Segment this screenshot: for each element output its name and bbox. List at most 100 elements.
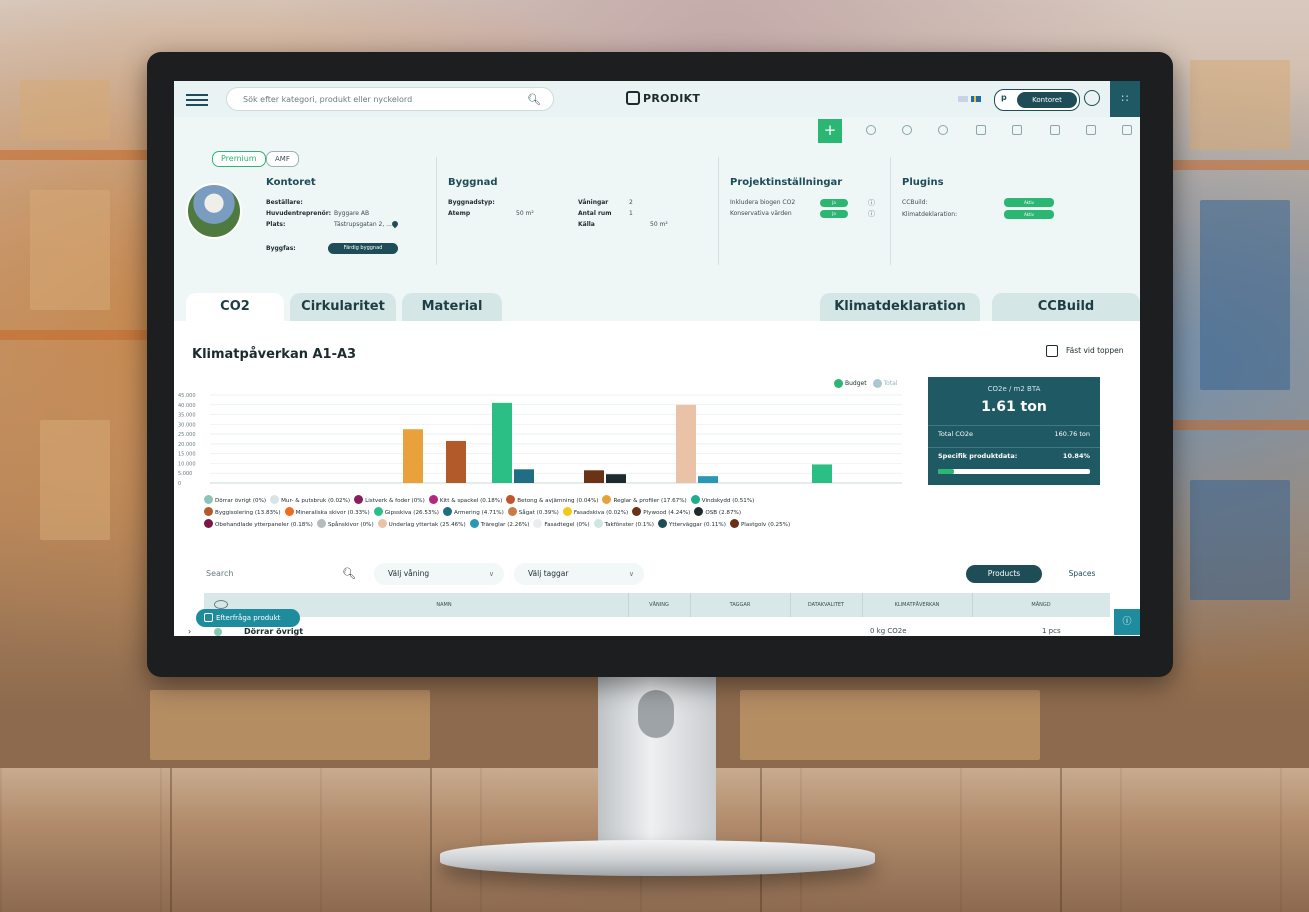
conservative-values-toggle[interactable]: Ja (820, 210, 848, 218)
floor-select[interactable]: Välj våning ∨ (374, 563, 504, 585)
global-search-input[interactable]: Sök efter kategori, produkt eller nyckel… (226, 87, 554, 111)
legend-item[interactable]: Reglar & profiler (17.67%) (602, 495, 687, 507)
legend-item[interactable]: Underlag yttertak (25.46%) (377, 519, 466, 531)
legend-item[interactable]: Dörrar övrigt (0%) (204, 495, 266, 507)
request-product-button[interactable]: Efterfråga produkt (196, 609, 300, 627)
tab-klimatdeklaration[interactable]: Klimatdeklaration (820, 293, 980, 321)
ccbuild-plugin-toggle[interactable]: Aktiv (1004, 198, 1054, 207)
column-header-floor[interactable]: VÅNING (628, 602, 690, 608)
table-row-name[interactable]: Dörrar övrigt (244, 627, 303, 636)
recycle-icon[interactable] (938, 125, 948, 135)
chart-bar[interactable] (446, 440, 466, 483)
products-toggle[interactable]: Products (966, 565, 1042, 583)
document-icon[interactable] (976, 125, 986, 135)
co2-icon[interactable] (866, 125, 876, 135)
eye-icon[interactable] (214, 600, 228, 609)
chart-bar[interactable] (403, 429, 423, 483)
profile-icon[interactable] (1084, 90, 1100, 106)
column-divider (718, 157, 719, 265)
legend-item[interactable]: Sågat (0.39%) (507, 507, 559, 519)
table-search-input[interactable]: Search 🔍︎ (206, 563, 356, 585)
legend-item[interactable]: Ytterväggar (0.11%) (657, 519, 726, 531)
chart-bar[interactable] (676, 404, 696, 483)
column-header-name[interactable]: NAMN (344, 602, 544, 608)
search-placeholder: Sök efter kategori, produkt eller nyckel… (243, 95, 413, 104)
chart-bar[interactable] (812, 464, 832, 483)
tab-ccbuild[interactable]: CCBuild (992, 293, 1140, 321)
tab-material[interactable]: Material (402, 293, 502, 321)
chart-bar[interactable] (492, 402, 512, 483)
project-image[interactable] (186, 183, 242, 239)
swedish-flag-icon[interactable] (971, 96, 981, 102)
legend-item[interactable]: Byggisolering (13.83%) (204, 507, 281, 519)
legend-budget[interactable]: Budget (845, 380, 867, 387)
legend-total[interactable]: Total (884, 380, 898, 387)
location-pin-icon[interactable] (390, 219, 400, 229)
chart-bar[interactable] (606, 474, 626, 483)
chart-bar[interactable] (514, 469, 534, 483)
legend-item[interactable]: Listverk & foder (0%) (354, 495, 425, 507)
legend-item[interactable]: Träreglar (2.26%) (469, 519, 529, 531)
chart-legend: Budget Total (834, 379, 898, 388)
legend-dot-budget (834, 379, 843, 388)
legend-item[interactable]: Spånskivor (0%) (316, 519, 374, 531)
copy-icon[interactable] (1050, 125, 1060, 135)
legend-item[interactable]: Fasadtegel (0%) (533, 519, 590, 531)
chart-bar[interactable] (698, 476, 718, 483)
column-header-data-quality[interactable]: DATAKVALITET (790, 602, 862, 608)
spaces-toggle[interactable]: Spaces (1054, 565, 1110, 583)
hamburger-menu-icon[interactable] (186, 91, 208, 107)
column-header-quantity[interactable]: MÄNGD (972, 602, 1110, 608)
cloud-icon[interactable] (902, 125, 912, 135)
background-box (30, 190, 110, 310)
legend-item[interactable]: OSB (2.87%) (694, 507, 741, 519)
column-header-climate-impact[interactable]: KLIMATPÅVERKAN (862, 602, 972, 608)
row-expand-chevron-icon[interactable]: › (188, 627, 191, 636)
language-switcher[interactable] (958, 95, 981, 103)
account-switcher[interactable]: p Kontoret (994, 89, 1080, 111)
legend-item[interactable]: Fasadskiva (0.02%) (562, 507, 628, 519)
search-icon[interactable]: 🔍︎ (527, 88, 541, 112)
pin-to-top-checkbox[interactable] (1046, 345, 1058, 357)
legend-item[interactable]: Betong & avjämning (0.04%) (506, 495, 598, 507)
prodikt-logo[interactable]: PRODIKT (626, 91, 700, 105)
add-button[interactable]: + (818, 119, 842, 143)
legend-item[interactable]: Mur- & putsbruk (0.02%) (270, 495, 350, 507)
legend-item[interactable]: Kitt & spackel (0.18%) (428, 495, 502, 507)
search-icon[interactable]: 🔍︎ (342, 563, 356, 585)
organization-name[interactable]: Kontoret (1017, 92, 1077, 108)
phase-status-button[interactable]: Färdig byggnad (328, 243, 398, 254)
chart-bar[interactable] (584, 470, 604, 483)
info-icon[interactable]: ⓘ (868, 209, 875, 219)
export-icon[interactable] (1122, 125, 1132, 135)
column-header-tags[interactable]: TAGGAR (690, 602, 790, 608)
apps-grid-icon[interactable]: ∷ (1110, 81, 1140, 117)
climate-plugin-toggle[interactable]: Aktiv (1004, 210, 1054, 219)
place-label: Plats: (266, 221, 286, 228)
legend-item[interactable]: Plywood (4.24%) (632, 507, 690, 519)
tab-cirkularitet[interactable]: Cirkularitet (290, 293, 396, 321)
legend-item[interactable]: Mineraliska skivor (0.33%) (284, 507, 370, 519)
legend-item[interactable]: Obehandlade ytterpaneler (0.18%) (204, 519, 313, 531)
biogenic-co2-toggle[interactable]: Ja (820, 199, 848, 207)
info-icon[interactable]: ⓘ (868, 198, 875, 208)
legend-label: Underlag yttertak (25.46%) (388, 522, 466, 528)
background-shelf (0, 330, 150, 340)
help-info-icon[interactable]: ⓘ (1114, 609, 1140, 635)
table-plank-seam (430, 768, 432, 912)
legend-item[interactable]: Plastgolv (0.25%) (729, 519, 790, 531)
specific-data-progress (938, 469, 1090, 474)
tab-co2[interactable]: CO2 (186, 293, 284, 321)
filter-row: Search 🔍︎ Välj våning ∨ Välj taggar ∨ Pr… (174, 561, 1140, 587)
legend-item[interactable]: Gipsskiva (26.53%) (373, 507, 439, 519)
share-icon[interactable] (1086, 125, 1096, 135)
legend-label: Armering (4.71%) (453, 510, 504, 516)
legend-swatch (354, 495, 364, 504)
tag-select[interactable]: Välj taggar ∨ (514, 563, 644, 585)
building-icon[interactable] (1012, 125, 1022, 135)
legend-item[interactable]: Takfönster (0.1%) (593, 519, 654, 531)
legend-item[interactable]: Armering (4.71%) (442, 507, 504, 519)
uk-flag-icon[interactable] (958, 96, 968, 102)
logo-mark-icon (626, 91, 640, 105)
legend-item[interactable]: Vindskydd (0.51%) (690, 495, 754, 507)
